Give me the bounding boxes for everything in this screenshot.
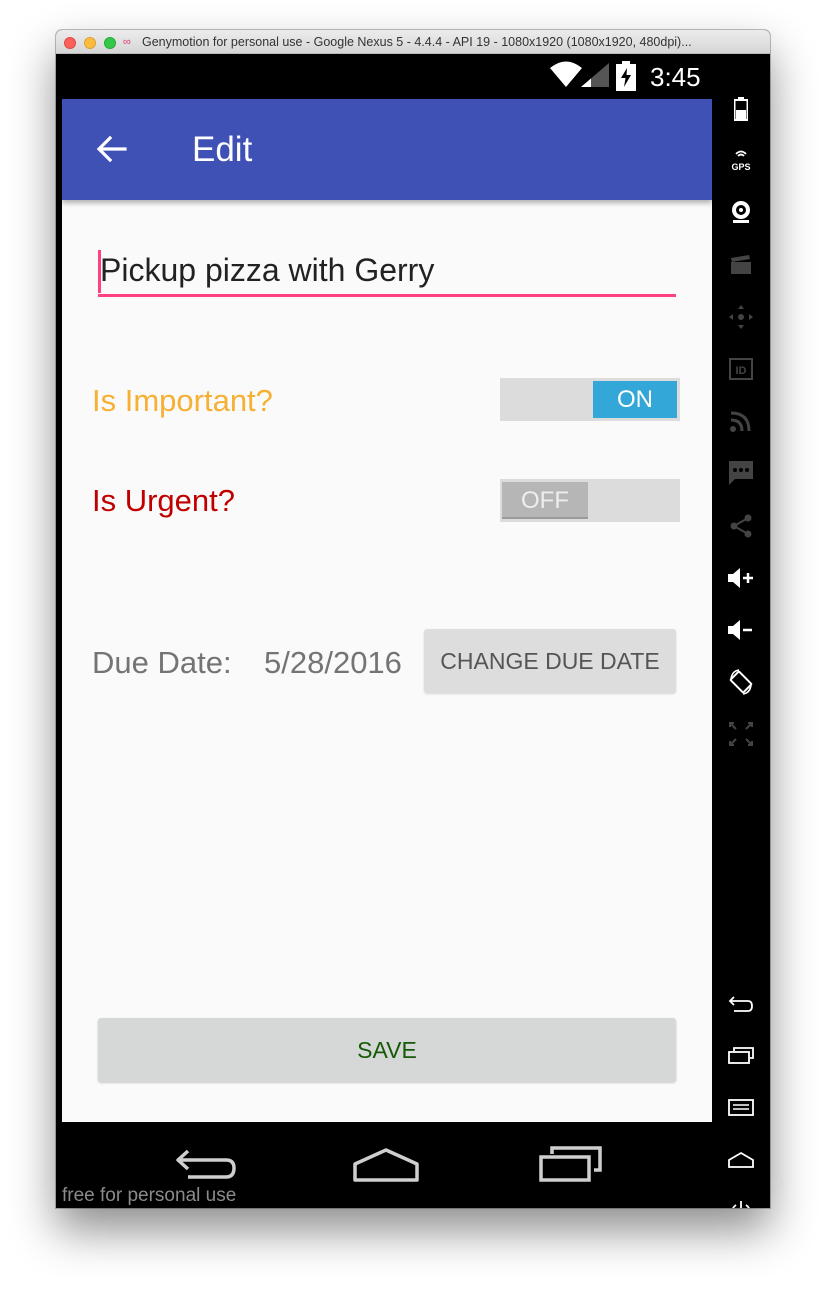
genymotion-logo-icon: ∞ [123,36,131,48]
gps-icon[interactable]: GPS [726,146,756,176]
window-titlebar: ∞ Genymotion for personal use - Google N… [56,30,770,54]
webcam-icon[interactable] [726,197,756,227]
clock: 3:45 [650,62,701,92]
important-toggle[interactable]: ON [500,378,680,421]
arrow-left-icon[interactable] [95,133,127,165]
dpad-icon[interactable] [726,302,756,332]
change-due-date-button[interactable]: CHANGE DUE DATE [424,629,676,693]
license-watermark: free for personal use [62,1185,237,1206]
urgent-toggle-thumb: OFF [502,482,588,519]
due-date-label: Due Date: [92,645,232,680]
edit-form: Is Important? ON Is Urgent? OFF Due Date… [62,200,712,1122]
due-date-value: 5/28/2016 [264,645,402,680]
sms-icon[interactable] [726,458,756,488]
app-toolbar: Edit [62,99,712,200]
rss-icon[interactable] [726,406,756,436]
back-icon[interactable] [726,989,756,1019]
save-button[interactable]: SAVE [98,1018,676,1082]
nav-recents-icon[interactable] [538,1144,604,1184]
urgent-toggle[interactable]: OFF [500,479,680,522]
battery-icon[interactable] [726,94,756,124]
battery-charging-icon [616,61,636,91]
urgent-label: Is Urgent? [92,483,236,518]
android-nav-bar: free for personal use [62,1122,712,1208]
minimize-window-button[interactable] [84,37,96,49]
emulator-window: ∞ Genymotion for personal use - Google N… [56,30,770,1208]
nav-home-icon[interactable] [352,1146,420,1184]
home-icon[interactable] [726,1145,756,1175]
volume-up-icon[interactable] [726,563,756,593]
id-label: ID [736,365,747,377]
genymotion-side-panel: GPS ID [712,54,770,1208]
android-status-bar: 3:45 [62,54,712,99]
task-name-input[interactable] [98,247,676,297]
gps-label: GPS [731,162,750,172]
share-icon[interactable] [726,511,756,541]
signal-icon [581,63,609,87]
capture-icon[interactable] [726,250,756,280]
identifiers-icon[interactable]: ID [726,354,756,384]
pixel-perfect-icon[interactable] [726,719,756,749]
close-window-button[interactable] [64,37,76,49]
text-cursor [98,250,101,293]
nav-back-icon[interactable] [174,1147,238,1183]
menu-icon[interactable] [726,1093,756,1123]
power-icon[interactable] [726,1197,756,1208]
page-title: Edit [192,130,253,169]
maximize-window-button[interactable] [104,37,116,49]
wifi-icon [550,61,582,87]
important-toggle-thumb: ON [593,381,677,418]
important-label: Is Important? [92,383,273,418]
volume-down-icon[interactable] [726,615,756,645]
window-title: Genymotion for personal use - Google Nex… [142,35,692,49]
rotate-icon[interactable] [726,667,756,697]
recent-apps-icon[interactable] [726,1041,756,1071]
